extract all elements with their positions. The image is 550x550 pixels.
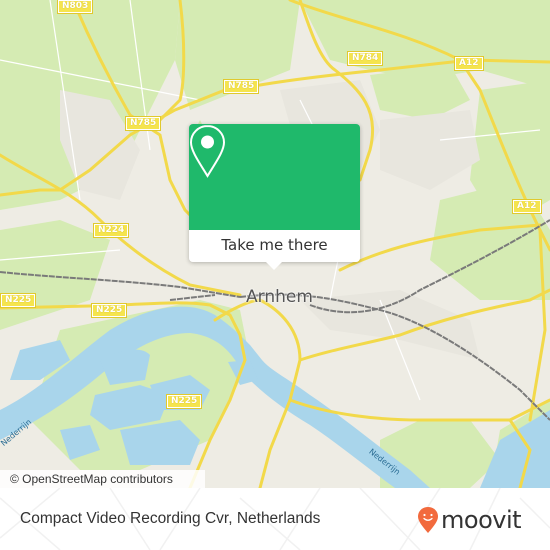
road-label-n785: N785 <box>124 116 162 131</box>
road-label-a12: A12 <box>454 56 484 71</box>
road-label-n803: N803 <box>56 0 94 14</box>
road-label-n225: N225 <box>0 293 37 308</box>
road-label-n784: N784 <box>346 51 384 66</box>
popup-header[interactable] <box>189 124 360 230</box>
location-popup[interactable]: Take me there <box>189 124 360 270</box>
take-me-there-button[interactable]: Take me there <box>189 230 360 262</box>
map-pin-icon <box>189 124 226 178</box>
popup-pointer <box>266 262 282 270</box>
road-label-n225: N225 <box>90 303 128 318</box>
map-attribution[interactable]: © OpenStreetMap contributors <box>0 470 205 488</box>
moovit-wordmark: moovit <box>441 506 522 534</box>
road-label-n224: N224 <box>92 223 130 238</box>
moovit-logo[interactable]: moovit <box>417 506 522 534</box>
map[interactable]: N803 N785 N785 N784 A12 A12 N224 N225 N2… <box>0 0 550 488</box>
footer: Compact Video Recording Cvr, Netherlands… <box>0 488 550 550</box>
road-label-n225: N225 <box>165 394 203 409</box>
road-label-n785: N785 <box>222 79 260 94</box>
place-name: Compact Video Recording Cvr, Netherlands <box>20 510 321 527</box>
moovit-pin-icon <box>418 507 438 533</box>
road-label-a12: A12 <box>512 199 542 214</box>
city-label: Arnhem <box>246 287 313 307</box>
